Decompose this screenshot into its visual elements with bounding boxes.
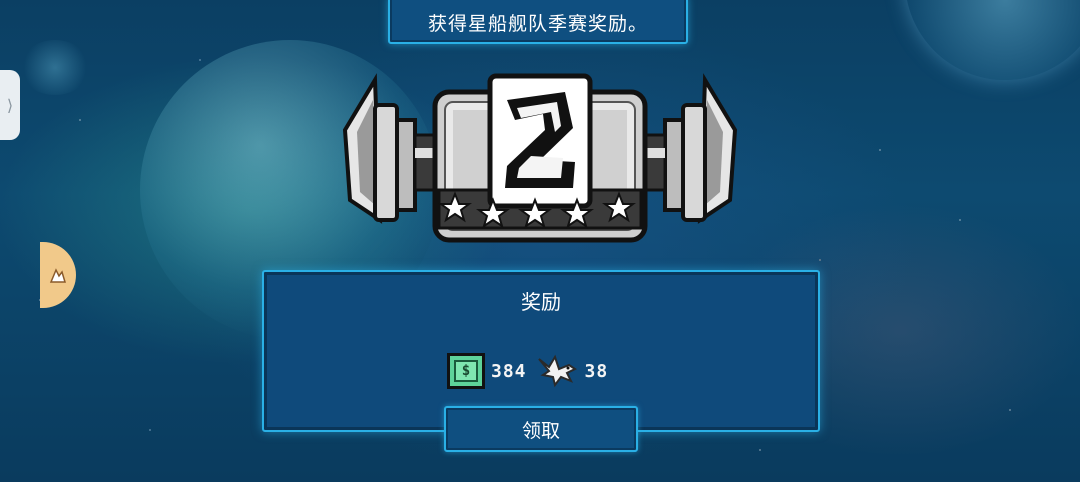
season-reward-banner: 获得星船舰队季赛奖励。 [388, 0, 688, 44]
claim-button[interactable]: 领取 [444, 406, 638, 452]
bird-reward-value: 38 [584, 360, 609, 382]
rank-trophy-icon [342, 73, 738, 243]
reward-items-row: $ 384 38 [447, 350, 608, 392]
assistant-icon [49, 268, 67, 283]
cash-reward-value: 384 [491, 360, 527, 382]
chevron-right-icon: ⟩ [6, 95, 14, 115]
cash-icon: $ [447, 353, 485, 389]
game-screen: ⟩ 获得星船舰队季赛奖励。 奖励 $ 384 38 领取 [0, 0, 1080, 482]
cash-symbol: $ [454, 360, 478, 382]
rewards-title: 奖励 [521, 290, 561, 314]
planet-background-small [20, 40, 90, 95]
bird-icon [537, 354, 577, 388]
side-drawer-handle[interactable]: ⟩ [0, 70, 20, 140]
banner-text: 获得星船舰队季赛奖励。 [427, 12, 648, 35]
